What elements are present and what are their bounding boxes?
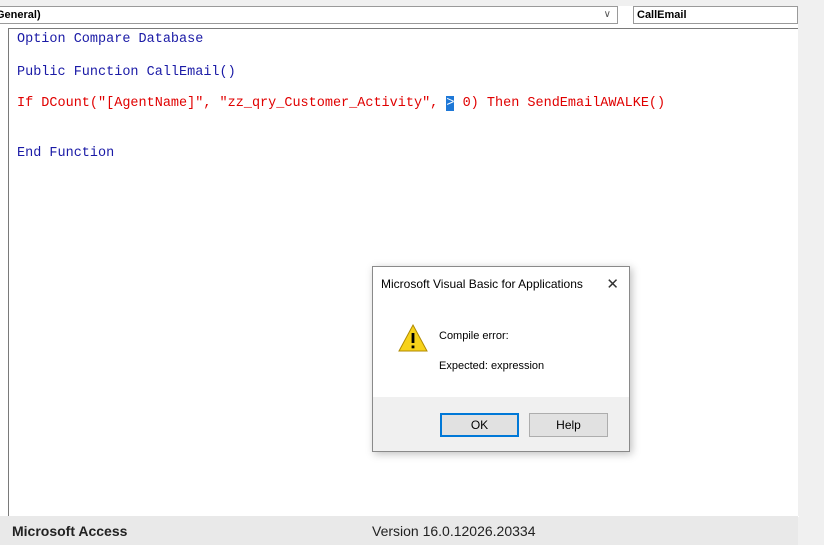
code-segment: If DCount("[AgentName]", "zz_qry_Custome… (17, 96, 447, 111)
help-button[interactable]: Help (529, 413, 608, 437)
dialog-title: Microsoft Visual Basic for Applications (381, 277, 583, 291)
procedure-combo[interactable]: CallEmail (633, 6, 798, 24)
code-line: End Function (17, 146, 115, 161)
status-bar: Microsoft Access Version 16.0.12026.2033… (0, 516, 798, 545)
object-combo[interactable]: General) ∨ (0, 6, 618, 24)
version-text: Version 16.0.12026.20334 (372, 523, 536, 539)
error-heading: Compile error: (439, 330, 509, 342)
code-line: Public Function CallEmail() (17, 65, 236, 80)
code-segment: 0) Then SendEmailAWALKE() (454, 96, 666, 111)
app-name: Microsoft Access (12, 523, 128, 539)
error-detail: Expected: expression (439, 360, 545, 372)
compile-error-dialog: Microsoft Visual Basic for Applications … (372, 266, 630, 452)
chevron-down-icon[interactable]: ∨ (604, 7, 611, 23)
ok-button[interactable]: OK (440, 413, 519, 437)
code-line-error: If DCount("[AgentName]", "zz_qry_Custome… (17, 96, 665, 111)
warning-icon (398, 323, 428, 352)
right-gutter (798, 0, 824, 516)
procedure-combo-value: CallEmail (637, 9, 687, 21)
object-combo-value: General) (0, 9, 41, 21)
code-line: Option Compare Database (17, 32, 204, 47)
dialog-footer: OK Help (373, 397, 629, 451)
close-icon[interactable]: ✕ (606, 275, 619, 293)
